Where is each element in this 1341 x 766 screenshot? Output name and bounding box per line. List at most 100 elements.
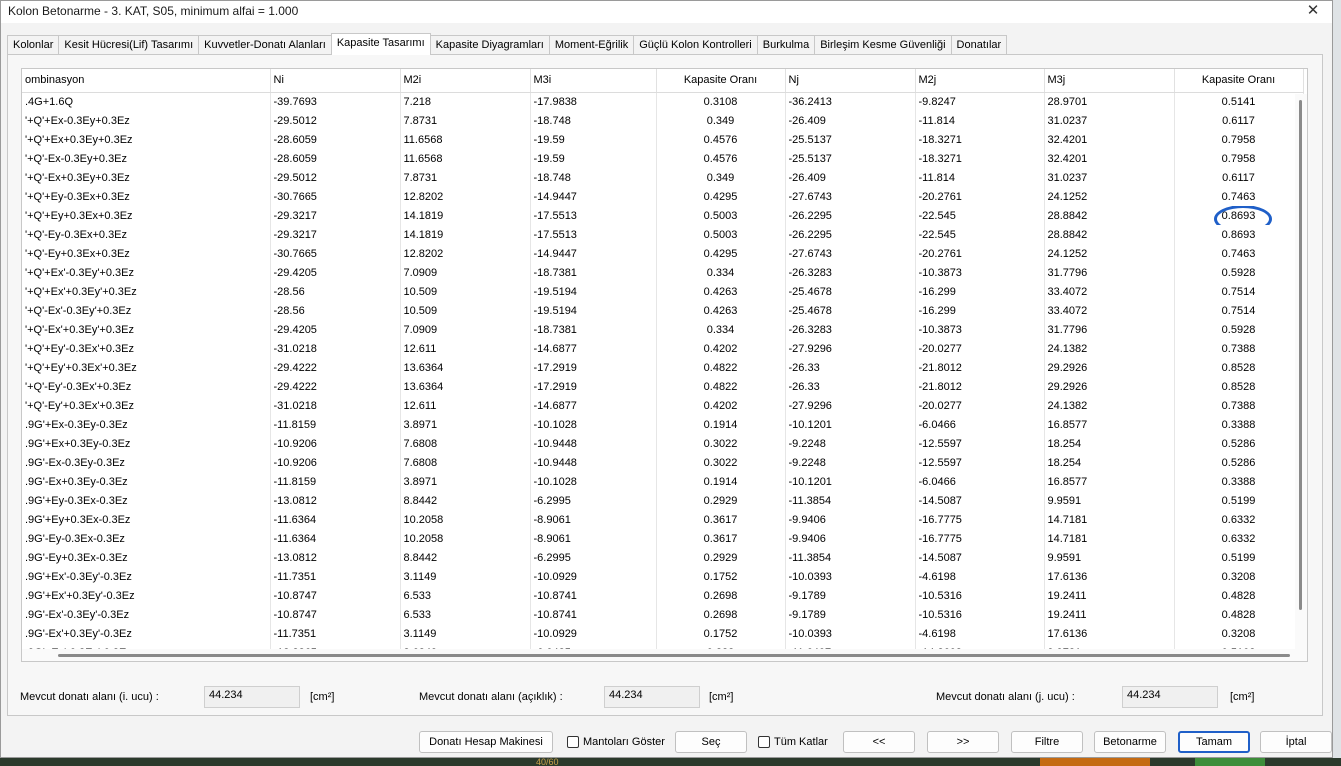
table-cell: 6.533	[400, 605, 531, 624]
table-cell: 14.7181	[1044, 510, 1175, 529]
table-row[interactable]: .9G'+Ex'-0.3Ey'-0.3Ez -11.7351 3.1149 -10.0…	[22, 567, 1304, 586]
table-cell: 19.2411	[1044, 605, 1175, 624]
table-row[interactable]: '+Q'+Ey'+0.3Ex'+0.3Ez -29.4222 13.6364 -17.…	[22, 358, 1304, 377]
table-cell: -8.9061	[530, 510, 657, 529]
table-cell: 0.7958	[1174, 130, 1304, 149]
table-cell: 0.4202	[656, 339, 786, 358]
show-jackets-checkbox[interactable]: Mantoları Göster	[567, 731, 665, 753]
all-floors-checkbox[interactable]: Tüm Katlar	[758, 731, 828, 753]
tab-0[interactable]: Kolonlar	[7, 35, 60, 55]
table-row[interactable]: '+Q'+Ex'+0.3Ey'+0.3Ez -28.56 10.509 -19.519…	[22, 282, 1304, 301]
rebar-calculator-button[interactable]: Donatı Hesap Makinesi	[419, 731, 553, 753]
checkbox-icon[interactable]	[567, 736, 579, 748]
table-row[interactable]: '+Q'-Ex-0.3Ey+0.3Ez -28.6059 11.6568 -19.59…	[22, 149, 1304, 168]
tab-4[interactable]: Kapasite Diyagramları	[429, 35, 550, 55]
table-cell: -11.7351	[270, 567, 401, 586]
table-cell: -11.7351	[270, 624, 401, 643]
table-row[interactable]: .4G+1.6Q -39.7693 7.218 -17.9838 0.3108 -36.2…	[22, 92, 1304, 111]
table-row[interactable]: .9G'+Ex'+0.3Ey'-0.3Ez -10.8747 6.533 -10.87…	[22, 586, 1304, 605]
table-row[interactable]: '+Q'-Ey+0.3Ex+0.3Ez -30.7665 12.8202 -14.94…	[22, 244, 1304, 263]
table-cell: -10.5316	[915, 605, 1045, 624]
tab-5[interactable]: Moment-Eğrilik	[548, 35, 635, 55]
table-cell: 0.334	[656, 320, 786, 339]
table-cell: .9G'-Ex'-0.3Ey'-0.3Ez	[22, 605, 271, 624]
table-cell: 0.349	[656, 168, 786, 187]
table-row[interactable]: .9G'-Ey-0.3Ex-0.3Ez -11.6364 10.2058 -8.906…	[22, 529, 1304, 548]
column-header[interactable]: ombinasyon	[22, 69, 271, 93]
ok-button[interactable]: Tamam	[1178, 731, 1250, 753]
table-cell: 3.8971	[400, 415, 531, 434]
horizontal-scrollbar[interactable]	[22, 649, 1307, 661]
previous-button[interactable]: <<	[843, 731, 915, 753]
column-header[interactable]: M2j	[915, 69, 1045, 93]
concrete-button[interactable]: Betonarme	[1094, 731, 1166, 753]
rebar-area-i-field[interactable]: 44.234	[204, 686, 300, 708]
close-icon[interactable]: ✕	[1300, 1, 1326, 21]
table-row[interactable]: .9G'+Ey+0.3Ex-0.3Ez -11.6364 10.2058 -8.906…	[22, 510, 1304, 529]
table-cell: .9G'+Ex'-0.3Ey'-0.3Ez	[22, 567, 271, 586]
column-header[interactable]: M3j	[1044, 69, 1175, 93]
filter-button[interactable]: Filtre	[1011, 731, 1083, 753]
table-cell: .9G'+Ey-0.3Ex-0.3Ez	[22, 491, 271, 510]
table-row[interactable]: '+Q'+Ex+0.3Ey+0.3Ez -28.6059 11.6568 -19.59…	[22, 130, 1304, 149]
table-row[interactable]: .9G'+Ey-0.3Ex-0.3Ez -13.0812 8.8442 -6.2995…	[22, 491, 1304, 510]
rebar-area-span-field[interactable]: 44.234	[604, 686, 700, 708]
select-button[interactable]: Seç	[675, 731, 747, 753]
table-row[interactable]: '+Q'-Ex+0.3Ey+0.3Ez -29.5012 7.8731 -18.748…	[22, 168, 1304, 187]
vertical-scroll-thumb[interactable]	[1299, 100, 1302, 610]
table-cell: 0.4822	[656, 358, 786, 377]
tab-2[interactable]: Kuvvetler-Donatı Alanları	[198, 35, 332, 55]
table-row[interactable]: .9G'+Ex+0.3Ey-0.3Ez -10.9206 7.6808 -10.944…	[22, 434, 1304, 453]
next-button[interactable]: >>	[927, 731, 999, 753]
column-header[interactable]: Kapasite Oranı	[1174, 69, 1304, 93]
column-header[interactable]: Nj	[785, 69, 916, 93]
table-cell: -20.0277	[915, 396, 1045, 415]
table-row[interactable]: .9G'-Ey+0.3Ex-0.3Ez -13.0812 8.8442 -6.2995…	[22, 548, 1304, 567]
table-cell: '+Q'+Ex-0.3Ey+0.3Ez	[22, 111, 271, 130]
rebar-area-j-field[interactable]: 44.234	[1122, 686, 1218, 708]
tab-8[interactable]: Birleşim Kesme Güvenliği	[814, 35, 952, 55]
table-cell: 33.4072	[1044, 301, 1175, 320]
table-row[interactable]: '+Q'+Ex-0.3Ey+0.3Ez -29.5012 7.8731 -18.748…	[22, 111, 1304, 130]
table-cell: -29.5012	[270, 168, 401, 187]
table-row[interactable]: '+Q'+Ey+0.3Ex+0.3Ez -29.3217 14.1819 -17.55…	[22, 206, 1304, 225]
table-cell: -29.4205	[270, 263, 401, 282]
table-cell: 16.8577	[1044, 472, 1175, 491]
vertical-scrollbar[interactable]	[1295, 94, 1307, 661]
table-cell: -31.0218	[270, 396, 401, 415]
table-row[interactable]: '+Q'+Ey'-0.3Ex'+0.3Ez -31.0218 12.611 -14.6…	[22, 339, 1304, 358]
table-row[interactable]: '+Q'-Ey'-0.3Ex'+0.3Ez -29.4222 13.6364 -17.…	[22, 377, 1304, 396]
column-header[interactable]: Ni	[270, 69, 401, 93]
table-row[interactable]: '+Q'+Ey-0.3Ex+0.3Ez -30.7665 12.8202 -14.94…	[22, 187, 1304, 206]
checkbox-icon[interactable]	[758, 736, 770, 748]
table-row[interactable]: .9G'-Ex'-0.3Ey'-0.3Ez -10.8747 6.533 -10.87…	[22, 605, 1304, 624]
table-cell: 32.4201	[1044, 130, 1175, 149]
table-cell: 12.8202	[400, 244, 531, 263]
table-row[interactable]: .9G'-Ex-0.3Ey-0.3Ez -10.9206 7.6808 -10.944…	[22, 453, 1304, 472]
table-row[interactable]: '+Q'-Ex'+0.3Ey'+0.3Ez -29.4205 7.0909 -18.7…	[22, 320, 1304, 339]
column-header[interactable]: M2i	[400, 69, 531, 93]
results-table: ombinasyon Ni M2i M3i Kapasite Oranı Nj M2j M3j…	[22, 69, 1304, 661]
column-header[interactable]: M3i	[530, 69, 657, 93]
table-row[interactable]: '+Q'-Ey-0.3Ex+0.3Ez -29.3217 14.1819 -17.55…	[22, 225, 1304, 244]
table-row[interactable]: '+Q'+Ex'-0.3Ey'+0.3Ez -29.4205 7.0909 -18.7…	[22, 263, 1304, 282]
tab-1[interactable]: Kesit Hücresi(Lif) Tasarımı	[58, 35, 200, 55]
table-row[interactable]: '+Q'-Ey'+0.3Ex'+0.3Ez -31.0218 12.611 -14.6…	[22, 396, 1304, 415]
table-cell: -6.0466	[915, 472, 1045, 491]
cancel-button[interactable]: İptal	[1260, 731, 1332, 753]
table-cell: .9G'-Ex-0.3Ey-0.3Ez	[22, 453, 271, 472]
table-row[interactable]: .9G'-Ex+0.3Ey-0.3Ez -11.8159 3.8971 -10.102…	[22, 472, 1304, 491]
tab-3[interactable]: Kapasite Tasarımı	[330, 33, 431, 55]
table-cell: -12.5597	[915, 434, 1045, 453]
table-row[interactable]: .9G'-Ex'+0.3Ey'-0.3Ez -11.7351 3.1149 -10.0…	[22, 624, 1304, 643]
tab-9[interactable]: Donatılar	[950, 35, 1008, 55]
table-row[interactable]: '+Q'-Ex'-0.3Ey'+0.3Ez -28.56 10.509 -19.519…	[22, 301, 1304, 320]
table-cell: 11.6568	[400, 149, 531, 168]
table-row[interactable]: .9G'+Ex-0.3Ey-0.3Ez -11.8159 3.8971 -10.102…	[22, 415, 1304, 434]
horizontal-scroll-thumb[interactable]	[58, 654, 1290, 657]
column-header[interactable]: Kapasite Oranı	[656, 69, 786, 93]
tab-6[interactable]: Güçlü Kolon Kontrolleri	[633, 35, 758, 55]
table-cell: -29.4222	[270, 358, 401, 377]
table-cell: -28.56	[270, 301, 401, 320]
tab-7[interactable]: Burkulma	[756, 35, 816, 55]
